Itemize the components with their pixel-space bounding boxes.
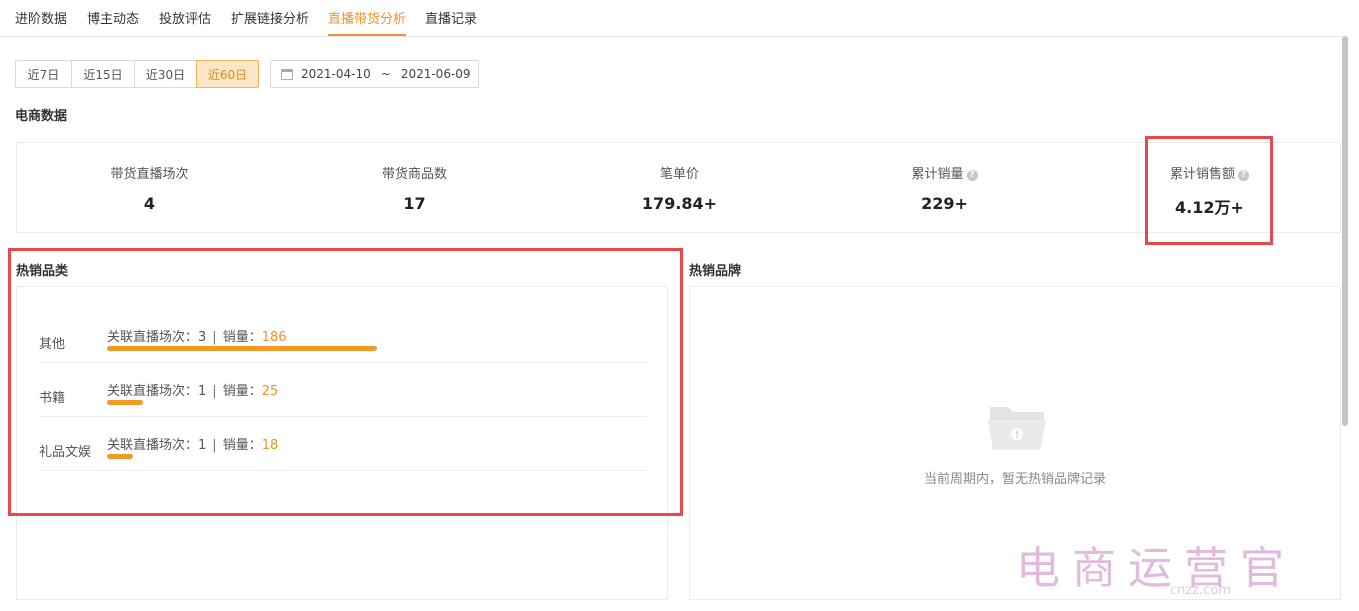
active-tab-indicator [328, 34, 406, 36]
stat-label: 笔单价 [659, 167, 699, 182]
stat-label-text: 累计销量 [911, 167, 964, 182]
tab-live-records[interactable]: 直播记录 [425, 8, 477, 27]
range-30-days-button[interactable]: 近30日 [134, 60, 197, 88]
watermark-subtext: cnzz.com [1170, 583, 1231, 598]
tab-advanced-data[interactable]: 进阶数据 [15, 8, 67, 27]
range-15-days-button[interactable]: 近15日 [71, 60, 135, 88]
page-scrollbar[interactable] [1342, 36, 1348, 426]
stat-unit-price: 笔单价 179.84+ [547, 143, 812, 234]
empty-state-text: 当前周期内，暂无热销品牌记录 [923, 472, 1106, 487]
calendar-icon [281, 68, 293, 80]
stat-value: 229+ [921, 194, 968, 213]
stat-value: 4 [143, 194, 156, 213]
date-range-buttons: 近7日 近15日 近30日 近60日 [15, 60, 259, 88]
tab-ad-evaluation[interactable]: 投放评估 [159, 8, 211, 27]
stat-value: 179.84+ [641, 194, 718, 213]
analysis-tabs: 进阶数据 博主动态 投放评估 扩展链接分析 直播带货分析 直播记录 [0, 0, 1342, 37]
date-separator: ~ [380, 67, 391, 81]
question-icon[interactable]: ? [966, 170, 978, 181]
highlight-box-hot-categories [8, 248, 683, 516]
stat-live-sessions: 带货直播场次 4 [17, 143, 282, 234]
stat-value: 17 [403, 194, 426, 213]
highlight-box-sales-amount [1145, 136, 1273, 245]
ecommerce-section-title: 电商数据 [15, 109, 68, 124]
date-start: 2021-04-10 [301, 67, 371, 81]
range-60-days-button[interactable]: 近60日 [196, 60, 259, 88]
tab-blogger-updates[interactable]: 博主动态 [87, 8, 139, 27]
tab-extended-link-analysis[interactable]: 扩展链接分析 [231, 8, 309, 27]
hot-brands-title: 热销品牌 [689, 264, 742, 279]
tab-live-commerce-analysis[interactable]: 直播带货分析 [328, 8, 406, 27]
watermark-text: 电商运营官 [1016, 543, 1296, 594]
stat-label: 带货直播场次 [110, 167, 189, 182]
stat-product-count: 带货商品数 17 [282, 143, 547, 234]
range-7-days-button[interactable]: 近7日 [15, 60, 72, 88]
date-end: 2021-06-09 [400, 67, 471, 81]
stat-label: 带货商品数 [381, 167, 447, 182]
stat-label: 累计销量? [812, 163, 1077, 182]
empty-folder-icon [988, 407, 1046, 450]
stat-total-sales-volume: 累计销量? 229+ [812, 143, 1077, 234]
date-range-picker[interactable]: 2021-04-10 ~ 2021-06-09 [270, 60, 479, 88]
ecommerce-stats-card: 带货直播场次 4 带货商品数 17 笔单价 179.84+ 累计销量? 229+… [16, 142, 1341, 233]
